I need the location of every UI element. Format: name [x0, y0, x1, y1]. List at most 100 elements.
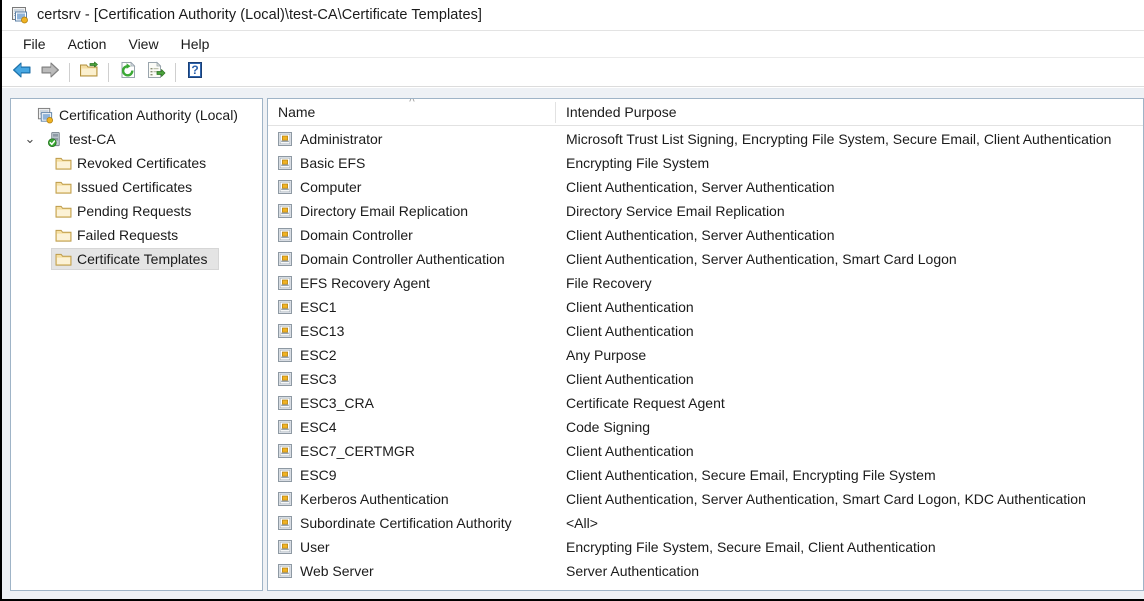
certificate-template-icon — [276, 299, 293, 315]
column-header-name[interactable]: Name ˄ — [268, 99, 556, 126]
menu-view[interactable]: View — [117, 34, 169, 54]
template-name: Web Server — [300, 563, 374, 579]
template-name: ESC9 — [300, 467, 337, 483]
certificate-template-icon — [276, 131, 293, 147]
table-row[interactable]: Administrator Microsoft Trust List Signin… — [268, 127, 1143, 151]
table-row[interactable]: ESC4 Code Signing — [268, 415, 1143, 439]
tree-item-label: Certificate Templates — [77, 251, 213, 267]
table-row[interactable]: ESC3 Client Authentication — [268, 367, 1143, 391]
table-row[interactable]: ESC13Client Authentication — [268, 319, 1143, 343]
menu-file[interactable]: File — [12, 34, 57, 54]
table-row[interactable]: ESC3_CRA Certificate Request Agent — [268, 391, 1143, 415]
menu-help[interactable]: Help — [170, 34, 221, 54]
folder-icon — [54, 180, 72, 195]
certificate-template-icon — [276, 467, 293, 483]
cell-name: ESC9 — [268, 467, 556, 483]
table-row[interactable]: EFS Recovery AgentFile Recovery — [268, 271, 1143, 295]
toolbar-separator — [108, 63, 109, 82]
template-name: ESC7_CERTMGR — [300, 443, 415, 459]
certificate-template-icon — [276, 251, 293, 267]
template-name: ESC2 — [300, 347, 337, 363]
tree-item-test-ca[interactable]: ⌄ test-CA — [11, 127, 262, 151]
table-row[interactable]: ComputerClient Authentication, Server Au… — [268, 175, 1143, 199]
table-row[interactable]: Subordinate Certification Authority<All> — [268, 511, 1143, 535]
cell-name: Domain Controller Authentication — [268, 251, 556, 267]
certificate-template-icon — [276, 563, 293, 579]
template-purpose: Client Authentication, Server Authentica… — [566, 251, 957, 267]
forward-button[interactable] — [36, 60, 64, 85]
table-row[interactable]: Domain Controller Client Authentication, … — [268, 223, 1143, 247]
export-list-button[interactable] — [142, 60, 170, 85]
cell-name: ESC7_CERTMGR — [268, 443, 556, 459]
certificate-templates-list-pane: Name ˄ Intended Purpose Administrator Mic… — [267, 98, 1144, 591]
certificate-template-icon — [276, 203, 293, 219]
list-body[interactable]: Administrator Microsoft Trust List Signin… — [268, 127, 1143, 590]
template-name: ESC3 — [300, 371, 337, 387]
help-button[interactable]: ? — [181, 60, 209, 85]
template-purpose: Microsoft Trust List Signing, Encrypting… — [566, 131, 1111, 147]
menu-action[interactable]: Action — [57, 34, 118, 54]
tree-item-revoked-certificates[interactable]: Revoked Certificates — [11, 151, 262, 175]
table-row[interactable]: Kerberos AuthenticationClient Authentica… — [268, 487, 1143, 511]
back-button[interactable] — [8, 60, 36, 85]
certificate-template-icon — [276, 179, 293, 195]
template-name: ESC3_CRA — [300, 395, 374, 411]
cell-name: ESC3 — [268, 371, 556, 387]
cell-name: ESC3_CRA — [268, 395, 556, 411]
table-row[interactable]: ESC9 Client Authentication, Secure Email,… — [268, 463, 1143, 487]
certificate-template-icon — [276, 491, 293, 507]
table-row[interactable]: Basic EFSEncrypting File System — [268, 151, 1143, 175]
table-row[interactable]: Directory Email ReplicationDirectory Ser… — [268, 199, 1143, 223]
folder-icon — [54, 156, 72, 171]
cell-intended-purpose: Client Authentication — [556, 371, 1143, 387]
table-row[interactable]: UserEncrypting File System, Secure Email… — [268, 535, 1143, 559]
template-purpose: Directory Service Email Replication — [566, 203, 785, 219]
menu-bar: File Action View Help — [2, 31, 1144, 58]
cell-name: Domain Controller — [268, 227, 556, 243]
template-purpose: Client Authentication — [566, 443, 694, 459]
template-purpose: Certificate Request Agent — [566, 395, 725, 411]
refresh-button[interactable] — [114, 60, 142, 85]
cell-intended-purpose: Client Authentication — [556, 443, 1143, 459]
certificate-template-icon — [276, 539, 293, 555]
template-name: Domain Controller Authentication — [300, 251, 505, 267]
tree-item-issued-certificates[interactable]: Issued Certificates — [11, 175, 262, 199]
column-header-intended-purpose-label: Intended Purpose — [566, 104, 677, 120]
tree-item-pending-requests[interactable]: Pending Requests — [11, 199, 262, 223]
back-arrow-icon — [12, 61, 32, 84]
template-name: Computer — [300, 179, 361, 195]
tree-item-failed-requests[interactable]: Failed Requests — [11, 223, 262, 247]
cell-name: Web Server — [268, 563, 556, 579]
window-title: certsrv - [Certification Authority (Loca… — [37, 7, 482, 23]
table-row[interactable]: ESC7_CERTMGR Client Authentication — [268, 439, 1143, 463]
template-name: ESC4 — [300, 419, 337, 435]
tree-twisty-expanded-icon[interactable]: ⌄ — [22, 134, 38, 144]
table-row[interactable]: ESC1Client Authentication — [268, 295, 1143, 319]
cell-intended-purpose: Certificate Request Agent — [556, 395, 1143, 411]
table-row[interactable]: Web ServerServer Authentication — [268, 559, 1143, 583]
certificate-template-icon — [276, 419, 293, 435]
title-bar: certsrv - [Certification Authority (Loca… — [2, 0, 1144, 31]
certificate-template-icon — [276, 275, 293, 291]
template-purpose: Code Signing — [566, 419, 650, 435]
template-name: Administrator — [300, 131, 382, 147]
template-purpose: <All> — [566, 515, 598, 531]
toolbar-separator — [175, 63, 176, 82]
tree-item-label: test-CA — [69, 131, 122, 147]
show-hide-tree-button[interactable] — [75, 60, 103, 85]
cell-name: ESC4 — [268, 419, 556, 435]
tree-item-certification-authority-local[interactable]: Certification Authority (Local) — [11, 103, 262, 127]
list-column-header: Name ˄ Intended Purpose — [268, 99, 1143, 126]
template-purpose: Client Authentication, Secure Email, Enc… — [566, 467, 936, 483]
table-row[interactable]: Domain Controller Authentication Client A… — [268, 247, 1143, 271]
column-header-intended-purpose[interactable]: Intended Purpose — [556, 99, 1143, 126]
template-purpose: Client Authentication, Server Authentica… — [566, 227, 835, 243]
tree-item-certificate-templates[interactable]: Certificate Templates — [11, 247, 262, 271]
table-row[interactable]: ESC2Any Purpose — [268, 343, 1143, 367]
certificate-template-icon — [276, 347, 293, 363]
certsrv-window: certsrv - [Certification Authority (Loca… — [0, 0, 1144, 601]
toolbar: ? — [2, 58, 1144, 87]
svg-text:?: ? — [191, 63, 198, 77]
certificate-template-icon — [276, 395, 293, 411]
template-name: Kerberos Authentication — [300, 491, 449, 507]
